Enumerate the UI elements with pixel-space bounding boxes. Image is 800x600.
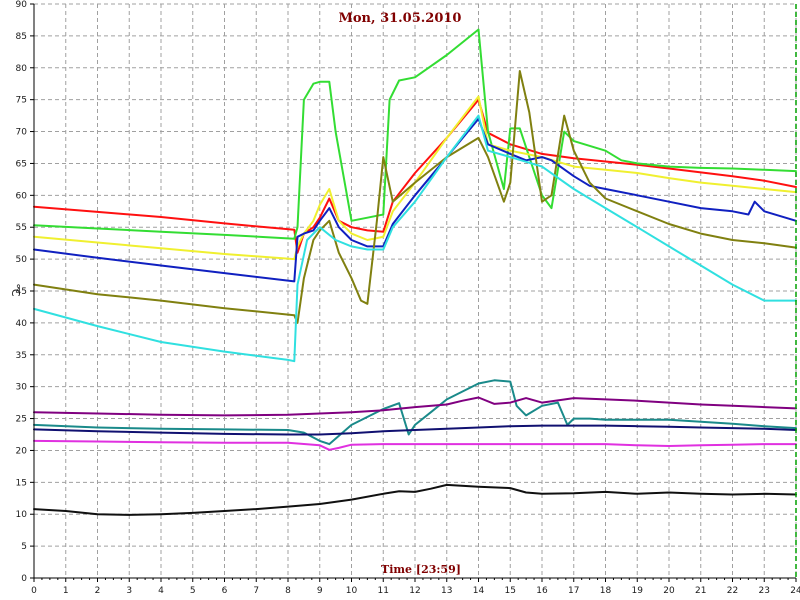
x-tick-label-19: 19: [632, 586, 644, 596]
y-tick-label-80: 80: [16, 64, 28, 74]
y-tick-label-65: 65: [16, 159, 27, 169]
x-tick-label-8: 8: [285, 586, 291, 596]
x-tick-label-2: 2: [95, 586, 101, 596]
x-tick-label-11: 11: [378, 586, 389, 596]
x-tick-label-16: 16: [536, 586, 548, 596]
x-tick-label-14: 14: [473, 586, 485, 596]
y-tick-label-60: 60: [16, 191, 28, 201]
x-tick-label-4: 4: [158, 586, 164, 596]
y-axis-label: °C: [9, 283, 22, 297]
y-tick-label-30: 30: [16, 383, 28, 393]
x-tick-label-24: 24: [790, 586, 800, 596]
y-tick-label-5: 5: [21, 542, 27, 552]
x-tick-label-9: 9: [317, 586, 323, 596]
temperature-line-chart: 0 1 2 3 4 5 6 7 8 9 10 11 12 13 14 15 16 17 18 19 20 21 22 23 24…: [0, 0, 800, 600]
x-tick-label-20: 20: [663, 586, 675, 596]
x-tick-label-3: 3: [126, 586, 132, 596]
y-tick-label-55: 55: [16, 223, 27, 233]
x-tick-label-15: 15: [505, 586, 516, 596]
x-tick-label-12: 12: [409, 586, 420, 596]
x-tick-label-13: 13: [441, 586, 452, 596]
x-tick-label-21: 21: [695, 586, 706, 596]
y-tick-label-40: 40: [16, 319, 28, 329]
y-tick-label-50: 50: [16, 255, 28, 265]
y-tick-label-0: 0: [21, 574, 27, 584]
y-tick-label-85: 85: [16, 32, 27, 42]
x-tick-label-0: 0: [31, 586, 37, 596]
x-tick-label-6: 6: [222, 586, 228, 596]
y-tick-label-35: 35: [16, 351, 27, 361]
x-tick-label-1: 1: [63, 586, 69, 596]
y-tick-label-90: 90: [16, 0, 28, 10]
y-tick-label-20: 20: [16, 446, 28, 456]
y-tick-label-75: 75: [16, 96, 27, 106]
y-tick-label-10: 10: [16, 510, 28, 520]
x-tick-label-22: 22: [727, 586, 738, 596]
x-tick-label-23: 23: [759, 586, 770, 596]
chart-background: [0, 0, 800, 600]
x-axis-label: Time [23:59]: [381, 563, 461, 576]
x-tick-label-18: 18: [600, 586, 612, 596]
y-tick-label-25: 25: [16, 415, 27, 425]
x-tick-label-5: 5: [190, 586, 196, 596]
y-tick-label-15: 15: [16, 478, 27, 488]
chart-title: Mon, 31.05.2010: [339, 11, 462, 26]
y-tick-label-70: 70: [16, 128, 28, 138]
x-tick-label-17: 17: [568, 586, 579, 596]
x-tick-label-10: 10: [346, 586, 358, 596]
x-tick-label-7: 7: [253, 586, 259, 596]
